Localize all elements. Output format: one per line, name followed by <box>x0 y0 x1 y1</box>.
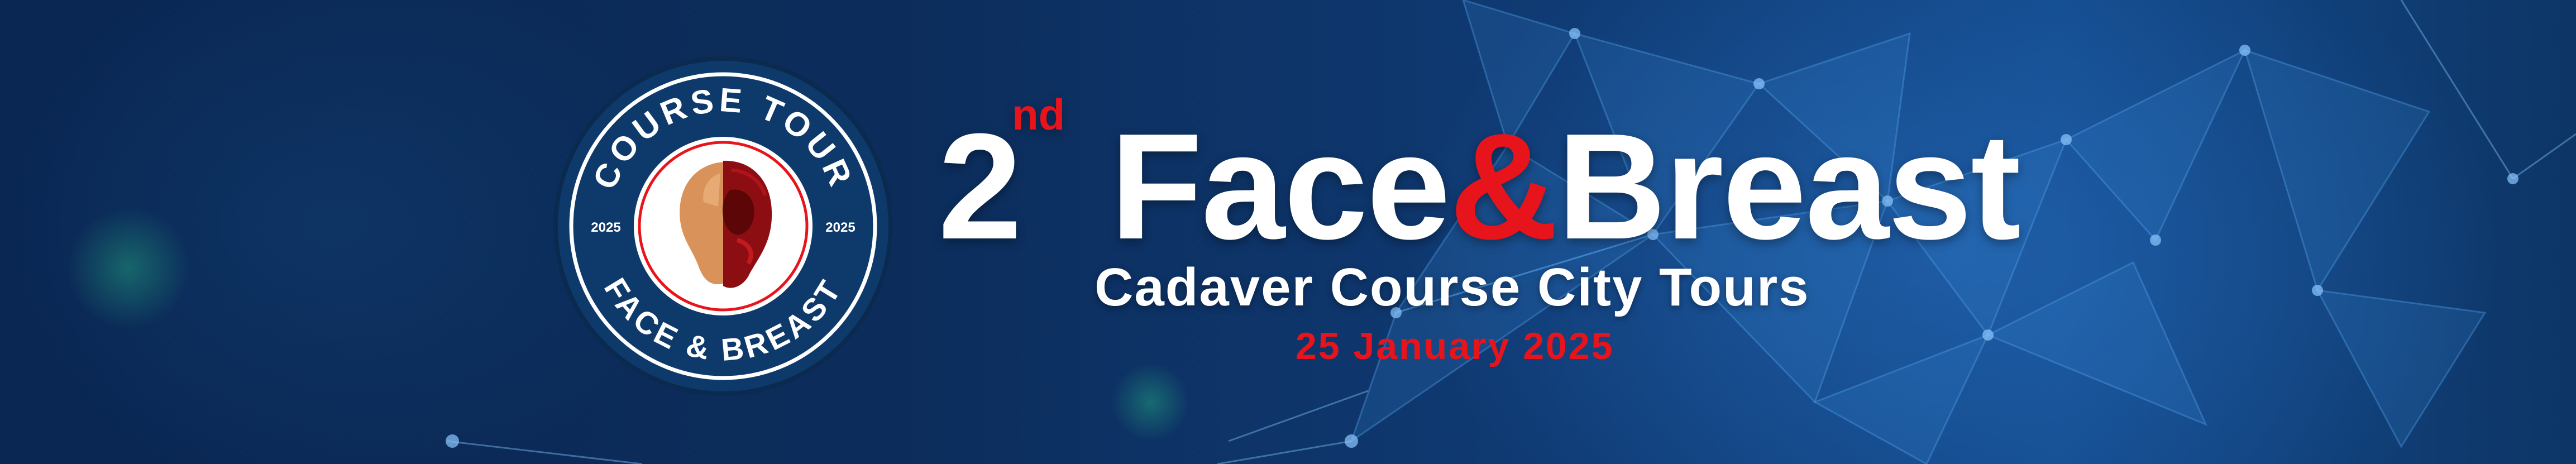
edition-number: 2 <box>938 103 1022 271</box>
event-title: 2nd Face&Breast <box>938 90 2021 279</box>
headline-block: 2nd Face&Breast Cadaver Course City Tours… <box>938 73 2021 385</box>
title-ampersand: & <box>1449 103 1559 271</box>
course-tour-seal: COURSE TOUR FACE & BREAST 2025 2025 <box>553 56 893 396</box>
event-date: 25 January 2025 <box>1296 325 1614 367</box>
seal-year-left: 2025 <box>591 220 620 235</box>
edition-suffix: nd <box>1012 90 1065 139</box>
seal-year-right: 2025 <box>825 220 855 235</box>
event-subtitle: Cadaver Course City Tours <box>1095 257 1810 317</box>
banner: COURSE TOUR FACE & BREAST 2025 2025 2nd F… <box>0 0 2576 464</box>
edition-ordinal: 2nd <box>938 90 1065 279</box>
title-breast: Breast <box>1557 103 2021 271</box>
title-face: Face <box>1110 103 1450 271</box>
